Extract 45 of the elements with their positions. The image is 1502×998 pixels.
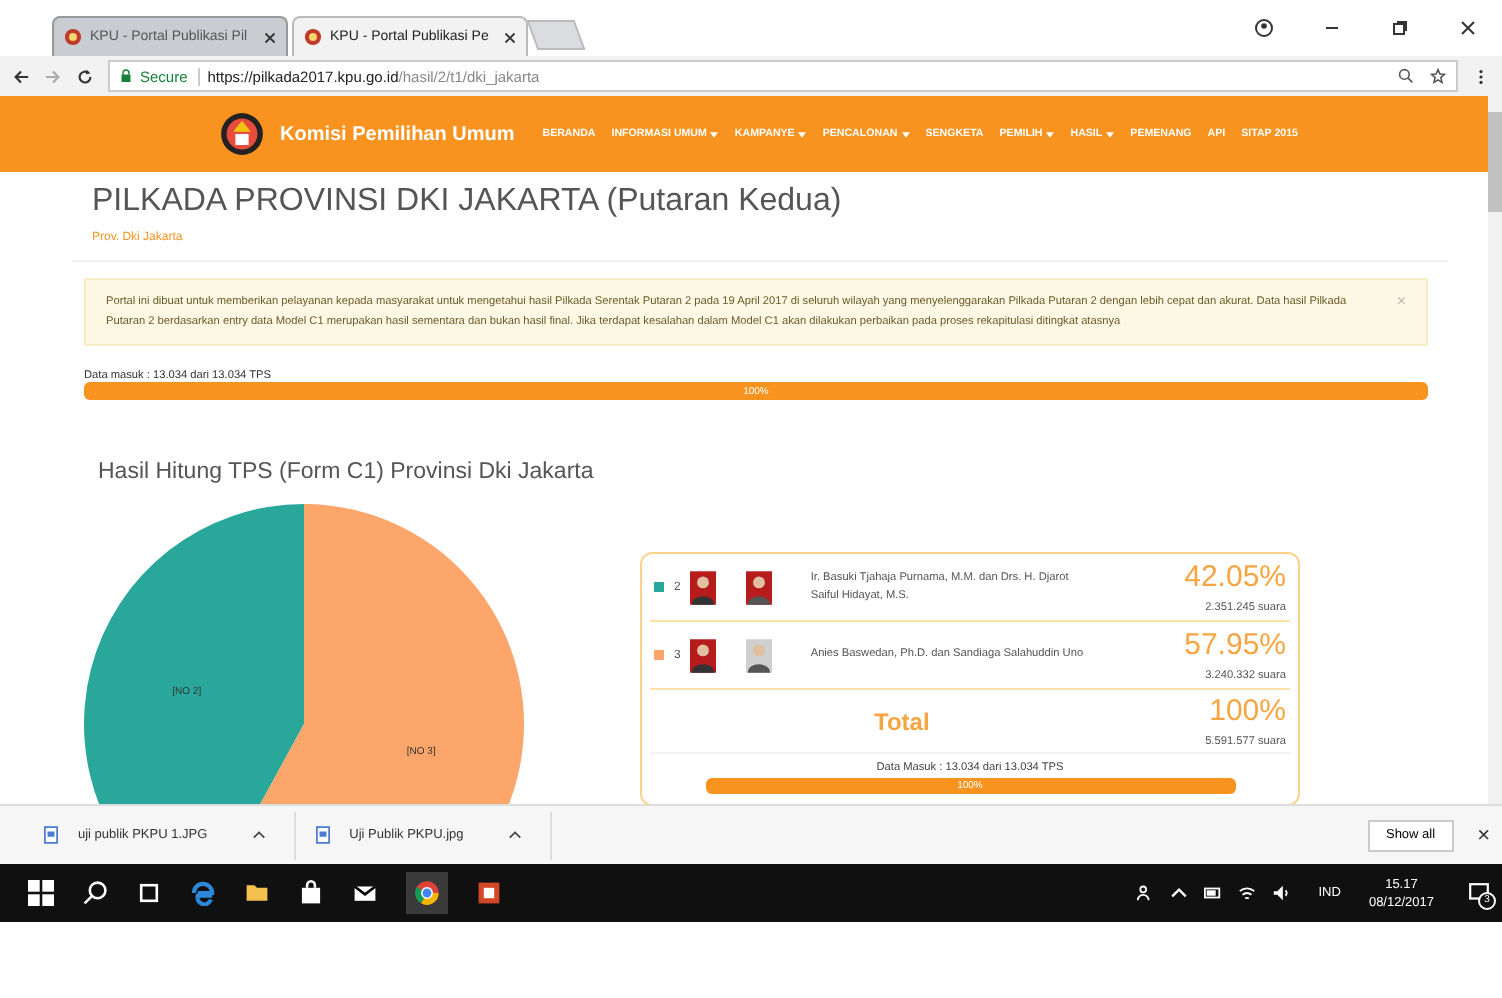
close-icon[interactable] (504, 31, 516, 43)
search-icon[interactable] (82, 880, 108, 906)
emblem-icon (304, 28, 322, 46)
battery-icon[interactable] (1204, 884, 1223, 902)
back-arrow-icon[interactable] (12, 67, 30, 85)
windows-icon[interactable] (28, 880, 54, 906)
close-button[interactable]: × (1396, 292, 1406, 310)
caret-icon[interactable] (1170, 884, 1189, 902)
folder-icon[interactable] (244, 880, 270, 906)
person-silhouette-icon (746, 637, 773, 673)
vote-percentage: 57.95% (1184, 628, 1286, 662)
file-icon (315, 826, 330, 844)
total-label: Total (874, 707, 930, 735)
brand-name[interactable]: Komisi Pemilihan Umum (280, 123, 515, 145)
section-title: Hasil Hitung TPS (Form C1) Provinsi Dki Jakarta (98, 460, 596, 484)
file-icon (44, 826, 58, 844)
total-percentage: 100% (1209, 694, 1286, 728)
close-icon[interactable] (264, 31, 276, 43)
close-button[interactable]: × (1465, 823, 1502, 847)
restore-icon[interactable] (1390, 18, 1410, 38)
mail-icon[interactable] (352, 880, 378, 906)
caret-icon[interactable] (507, 830, 522, 840)
scrollbar[interactable] (1488, 96, 1502, 804)
people-icon[interactable] (1136, 884, 1155, 902)
emblem-icon[interactable] (220, 112, 264, 156)
presentation-icon[interactable] (476, 880, 502, 906)
person-silhouette-icon (746, 569, 773, 605)
shopping-bag-icon[interactable] (298, 880, 324, 906)
caret-icon[interactable] (251, 830, 266, 840)
person-silhouette-icon (690, 569, 717, 605)
edge-icon[interactable] (190, 880, 216, 906)
reload-icon[interactable] (76, 67, 94, 85)
emblem-icon (64, 28, 82, 46)
person-silhouette-icon (690, 637, 717, 673)
lock-icon (120, 68, 132, 84)
chrome-icon[interactable] (406, 872, 448, 914)
page-title: PILKADA PROVINSI DKI JAKARTA (Putaran Kedua) (92, 184, 844, 220)
task-view-icon[interactable] (136, 880, 162, 906)
zoom-icon[interactable] (1398, 68, 1414, 84)
profile-icon[interactable] (1254, 18, 1274, 38)
vote-percentage: 42.05% (1184, 560, 1286, 594)
wifi-icon[interactable] (1238, 884, 1257, 902)
close-icon[interactable] (1458, 18, 1478, 38)
speaker-icon[interactable] (1272, 884, 1291, 902)
star-icon[interactable] (1430, 68, 1446, 84)
